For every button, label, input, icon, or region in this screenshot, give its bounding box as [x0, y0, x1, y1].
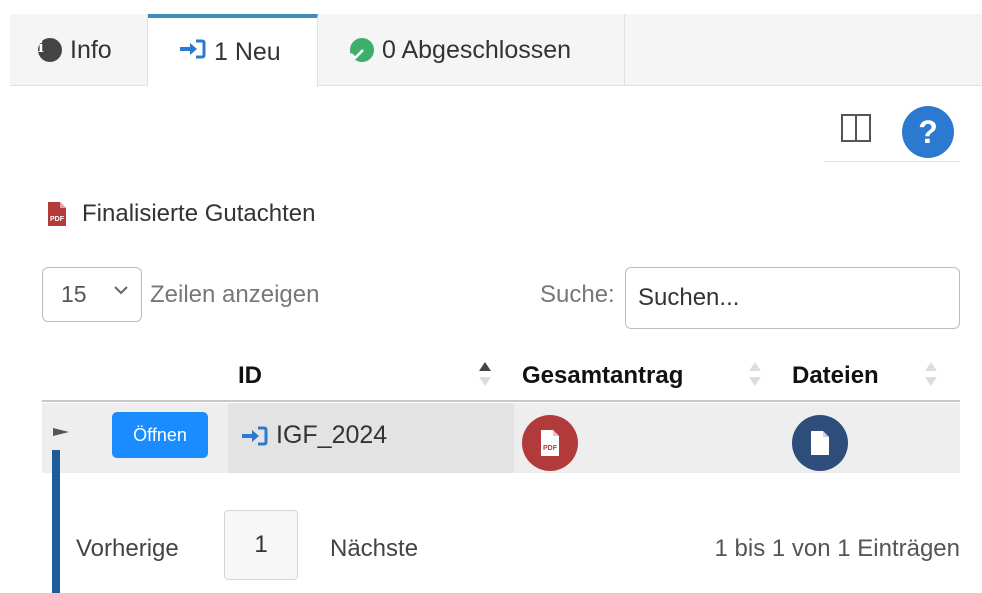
- tab-info-label: Info: [70, 35, 112, 64]
- sort-asc-icon[interactable]: [478, 360, 492, 390]
- search-label: Suche:: [540, 281, 615, 308]
- expand-caret-icon[interactable]: [52, 423, 70, 444]
- svg-text:PDF: PDF: [50, 216, 65, 223]
- page-length-select[interactable]: 15: [42, 267, 142, 322]
- tab-info[interactable]: i Info: [10, 14, 148, 86]
- pagination-next[interactable]: Nächste: [330, 535, 418, 563]
- heading-text: Finalisierte Gutachten: [82, 200, 316, 227]
- section-heading: PDF Finalisierte Gutachten: [46, 200, 315, 228]
- check-circle-icon: [350, 38, 374, 62]
- tab-new-label: 1 Neu: [214, 38, 281, 66]
- tab-completed-label: 0 Abgeschlossen: [382, 35, 572, 64]
- columns-icon[interactable]: [840, 112, 872, 144]
- tab-completed[interactable]: 0 Abgeschlossen: [318, 14, 625, 86]
- open-button[interactable]: Öffnen: [112, 412, 208, 458]
- sort-icon[interactable]: [924, 360, 938, 390]
- sign-in-icon: [178, 38, 206, 67]
- column-header-gesamtantrag[interactable]: Gesamtantrag: [522, 362, 683, 390]
- column-header-dateien[interactable]: Dateien: [792, 362, 879, 390]
- pagination-previous[interactable]: Vorherige: [76, 535, 179, 563]
- pagination-page-1[interactable]: 1: [224, 510, 298, 580]
- help-label: ?: [918, 113, 938, 150]
- column-header-id[interactable]: ID: [238, 362, 262, 390]
- tab-bar: i Info 1 Neu 0 Abgeschlossen: [10, 14, 982, 87]
- sign-in-icon: [240, 425, 268, 447]
- page-length-value: 15: [61, 281, 87, 307]
- tab-new[interactable]: 1 Neu: [148, 14, 318, 87]
- page-length-label: Zeilen anzeigen: [150, 280, 320, 308]
- file-pdf-icon: PDF: [46, 201, 68, 227]
- svg-text:PDF: PDF: [543, 445, 558, 452]
- page-length: 15 Zeilen anzeigen: [42, 267, 319, 322]
- table-toolbar: ?: [824, 104, 960, 162]
- open-button-label: Öffnen: [133, 424, 187, 445]
- chevron-down-icon: [113, 282, 129, 303]
- pagination-page-label: 1: [254, 531, 268, 558]
- search-input[interactable]: [625, 267, 960, 329]
- help-button[interactable]: ?: [902, 106, 954, 158]
- row-id-text: IGF_2024: [276, 421, 388, 449]
- pdf-icon[interactable]: PDF: [522, 415, 578, 471]
- table-header: ID Gesamtantrag Dateien: [42, 350, 960, 402]
- sort-icon[interactable]: [748, 360, 762, 390]
- child-row-indicator: [52, 450, 60, 593]
- table-info: 1 bis 1 von 1 Einträgen: [714, 535, 961, 562]
- table-row: Öffnen IGF_2024 PDF: [42, 403, 960, 473]
- info-circle-icon: i: [38, 38, 62, 62]
- file-icon[interactable]: [792, 415, 848, 471]
- row-id: IGF_2024: [240, 421, 387, 450]
